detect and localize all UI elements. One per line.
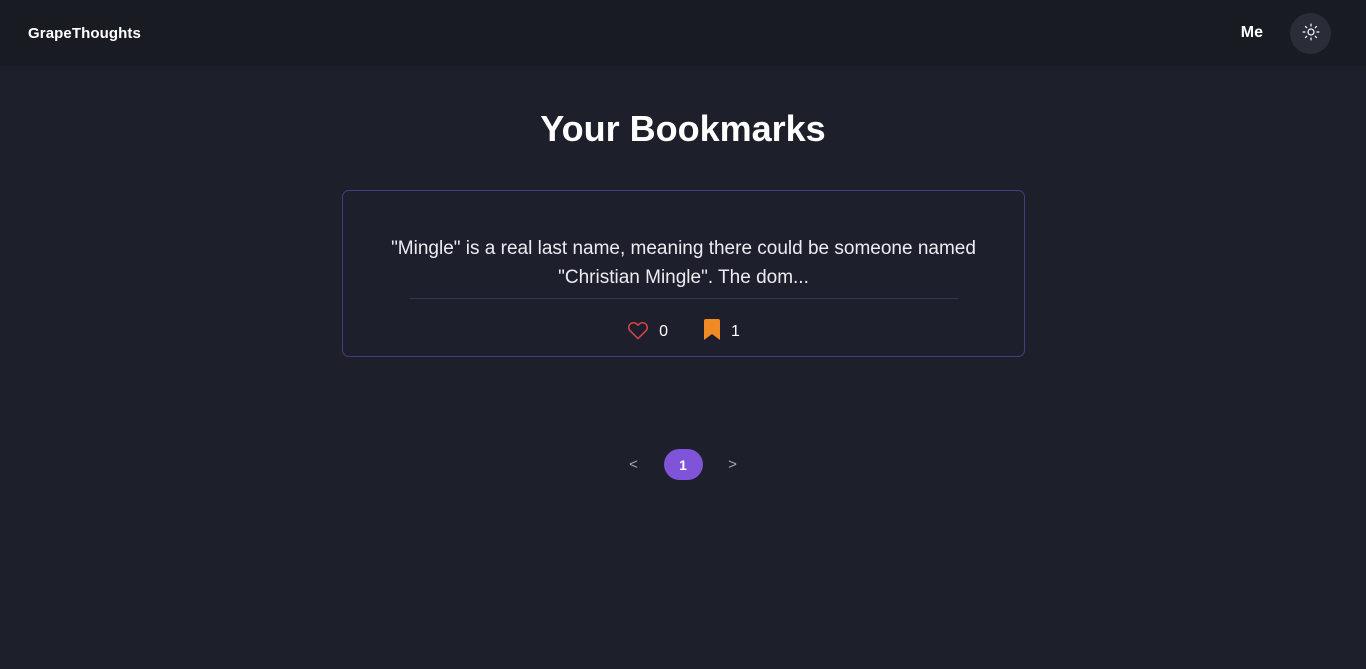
pagination: < 1 > <box>0 449 1366 480</box>
bookmark-button[interactable]: 1 <box>703 319 740 345</box>
like-button[interactable]: 0 <box>627 320 668 345</box>
nav-right: Me <box>1241 12 1331 54</box>
card-divider <box>410 298 958 299</box>
me-link[interactable]: Me <box>1241 24 1263 42</box>
bookmark-card[interactable]: "Mingle" is a real last name, meaning th… <box>342 190 1025 357</box>
theme-toggle-button[interactable] <box>1290 12 1331 54</box>
like-count: 0 <box>659 323 668 340</box>
page-title: Your Bookmarks <box>540 108 826 149</box>
navbar: GrapeThoughts Me <box>0 0 1366 66</box>
page-number-current[interactable]: 1 <box>663 449 703 480</box>
card-actions: 0 1 <box>343 319 1024 345</box>
prev-page-button[interactable]: < <box>624 456 644 473</box>
bookmark-text[interactable]: "Mingle" is a real last name, meaning th… <box>383 234 984 292</box>
bookmark-filled-icon <box>703 319 721 345</box>
bookmark-count: 1 <box>731 323 740 340</box>
heart-outline-icon <box>627 320 649 345</box>
next-page-button[interactable]: > <box>723 456 743 473</box>
brand-logo[interactable]: GrapeThoughts <box>28 25 141 42</box>
sun-icon <box>1302 23 1320 44</box>
